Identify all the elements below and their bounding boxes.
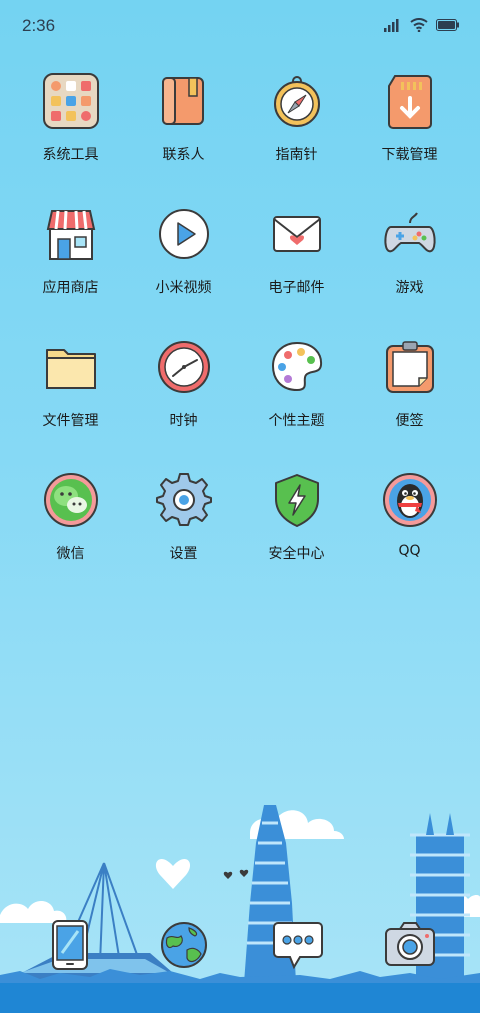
app-label: 时钟	[169, 413, 198, 429]
battery-icon	[436, 19, 459, 31]
status-time: 2:36	[22, 16, 56, 35]
signal-icon	[384, 19, 399, 32]
app-label: 安全中心	[268, 546, 325, 562]
app-label: 应用商店	[42, 280, 99, 296]
compass-icon	[268, 72, 326, 130]
dock-browser[interactable]	[156, 917, 212, 973]
app-wechat[interactable]: 微信	[14, 471, 127, 604]
app-settings[interactable]: 设置	[127, 471, 240, 604]
gamepad-icon	[381, 205, 439, 263]
app-download-manager[interactable]: 下载管理	[353, 72, 466, 205]
dock-messages[interactable]	[270, 917, 326, 973]
app-clock[interactable]: 时钟	[127, 338, 240, 471]
app-themes[interactable]: 个性主题	[240, 338, 353, 471]
contacts-book-icon	[155, 72, 213, 130]
folder-icon	[42, 338, 100, 396]
status-icons	[384, 18, 460, 32]
app-qq[interactable]: QQ	[353, 471, 466, 604]
shield-icon	[268, 471, 326, 529]
app-email[interactable]: 电子邮件	[240, 205, 353, 338]
tools-folder-icon	[42, 72, 100, 130]
mail-envelope-icon	[268, 205, 326, 263]
app-label: 指南针	[275, 147, 318, 163]
clock-icon	[155, 338, 213, 396]
penguin-icon	[381, 471, 439, 529]
app-games[interactable]: 游戏	[353, 205, 466, 338]
app-notes[interactable]: 便签	[353, 338, 466, 471]
app-system-tools[interactable]: 系统工具	[14, 72, 127, 205]
app-store[interactable]: 应用商店	[14, 205, 127, 338]
app-row: 文件管理 时钟 个性主题 便签	[14, 338, 466, 471]
app-label: 系统工具	[42, 147, 99, 163]
app-row: 应用商店 小米视频 电子邮件 游戏	[14, 205, 466, 338]
app-label: 设置	[169, 546, 198, 562]
app-label: 个性主题	[268, 413, 325, 429]
app-label: QQ	[398, 543, 421, 559]
app-file-manager[interactable]: 文件管理	[14, 338, 127, 471]
heart-icon	[155, 859, 191, 889]
app-label: 游戏	[395, 280, 424, 296]
wechat-icon	[42, 471, 100, 529]
wifi-icon	[410, 18, 428, 32]
wallpaper-cityscape	[0, 805, 480, 1013]
app-contacts[interactable]: 联系人	[127, 72, 240, 205]
app-label: 下载管理	[381, 147, 438, 163]
notepad-icon	[381, 338, 439, 396]
app-row: 系统工具 联系人 指南针 下载管理	[14, 72, 466, 205]
dock	[0, 917, 480, 973]
app-mi-video[interactable]: 小米视频	[127, 205, 240, 338]
status-bar: 2:36	[0, 0, 480, 52]
app-security-center[interactable]: 安全中心	[240, 471, 353, 604]
app-grid: 系统工具 联系人 指南针 下载管理 应用商店 小米视频 电子邮件 游戏 文件管理…	[14, 72, 466, 604]
download-card-icon	[381, 72, 439, 130]
dock-camera[interactable]	[382, 917, 438, 973]
shop-icon	[42, 205, 100, 263]
app-label: 微信	[56, 546, 85, 562]
palette-icon	[268, 338, 326, 396]
globe-icon	[161, 922, 207, 968]
phone-icon	[52, 920, 88, 970]
chat-bubble-icon	[273, 922, 323, 970]
dock-phone[interactable]	[42, 917, 98, 973]
app-label: 小米视频	[155, 280, 212, 296]
app-compass[interactable]: 指南针	[240, 72, 353, 205]
app-label: 联系人	[162, 147, 205, 163]
app-row: 微信 设置 安全中心 QQ	[14, 471, 466, 604]
video-play-icon	[155, 205, 213, 263]
gear-icon	[155, 471, 213, 529]
camera-icon	[385, 922, 435, 966]
app-label: 便签	[395, 413, 424, 429]
app-label: 电子邮件	[268, 280, 325, 296]
app-label: 文件管理	[42, 413, 99, 429]
